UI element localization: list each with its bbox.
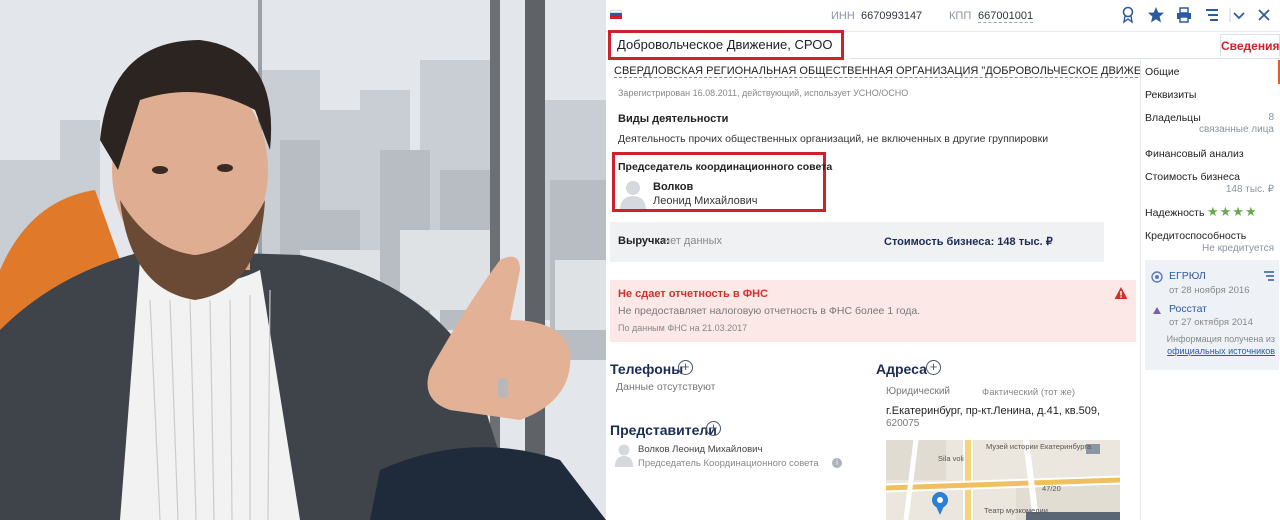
add-phone-button[interactable]: + xyxy=(678,360,693,375)
phones-empty: Данные отсутствуют xyxy=(616,381,716,393)
phones-title: Телефоны xyxy=(610,361,684,377)
warning-source: По данным ФНС на 21.03.2017 xyxy=(618,323,748,333)
tab-divider xyxy=(850,58,1280,59)
avatar-icon xyxy=(619,179,647,209)
leader-role: Председатель координационного совета xyxy=(618,161,833,173)
rosstat-icon xyxy=(1151,303,1163,321)
close-icon[interactable] xyxy=(1254,6,1274,26)
company-full-name: СВЕРДЛОВСКАЯ РЕГИОНАЛЬНАЯ ОБЩЕСТВЕННАЯ О… xyxy=(614,65,1169,78)
representatives-title: Представители xyxy=(610,422,717,438)
activities-text: Деятельность прочих общественных организ… xyxy=(618,133,1049,145)
source-egrul[interactable]: ЕГРЮЛ xyxy=(1169,270,1206,282)
warning-icon xyxy=(1114,286,1128,300)
main-content: СВЕРДЛОВСКАЯ РЕГИОНАЛЬНАЯ ОБЩЕСТВЕННАЯ О… xyxy=(606,62,1169,520)
leader-first-names: Леонид Михайлович xyxy=(653,195,758,207)
actual-address-label: Фактический (тот же) xyxy=(982,387,1076,398)
add-representative-button[interactable]: + xyxy=(706,421,721,436)
representative-name[interactable]: Волков Леонид Михайлович xyxy=(638,444,762,455)
sidebar-item-creditworthiness[interactable]: Кредитоспособность xyxy=(1145,230,1246,242)
warning-title: Не сдает отчетность в ФНС xyxy=(618,288,768,300)
representative-avatar-icon xyxy=(614,443,634,467)
map-label-museum: Музей истории Екатеринбурга xyxy=(986,442,1092,451)
kpp-label: КПП xyxy=(949,10,972,22)
registration-status: Зарегистрирован 16.08.2011, действующий,… xyxy=(618,88,909,98)
business-value-sub: 148 тыс. ₽ xyxy=(1225,184,1274,195)
inn-label: ИНН xyxy=(831,10,855,22)
source-rosstat-date: от 27 октября 2014 xyxy=(1169,317,1253,328)
star-icon[interactable] xyxy=(1146,6,1166,26)
map-label-sila: Sila voli xyxy=(938,454,964,463)
official-sources-link[interactable]: официальных источников xyxy=(1167,346,1275,356)
inn-value: 6670993147 xyxy=(861,10,923,22)
egrul-icon xyxy=(1151,270,1163,288)
sidebar-item-requisites[interactable]: Реквизиты xyxy=(1145,89,1196,101)
source-rosstat[interactable]: Росстат xyxy=(1169,303,1207,315)
add-address-button[interactable]: + xyxy=(926,360,941,375)
legal-address-label[interactable]: Юридический xyxy=(886,386,950,397)
address-zip: 620075 xyxy=(886,418,920,429)
side-navigation: Общие Реквизиты Владельцы 8 связанные ли… xyxy=(1140,60,1280,520)
sidebar-item-reliability[interactable]: Надежность xyxy=(1145,207,1204,219)
info-icon[interactable]: i xyxy=(832,458,842,468)
leader-block: Председатель координационного совета Вол… xyxy=(612,152,832,212)
dropdown-icon[interactable] xyxy=(1228,6,1248,26)
revenue-value: нет данных xyxy=(664,235,723,247)
print-icon[interactable] xyxy=(1174,6,1194,26)
representative-role: Председатель Координационного совета xyxy=(638,458,819,469)
sidebar-item-owners[interactable]: Владельцы xyxy=(1145,112,1201,124)
owners-sub: связанные лица xyxy=(1198,124,1274,135)
revenue-label: Выручка: xyxy=(618,235,670,247)
activities-title: Виды деятельности xyxy=(618,113,729,125)
creditworthiness-sub: Не кредитуется xyxy=(1202,243,1274,254)
warning-text: Не предоставляет налоговую отчетность в … xyxy=(618,305,921,317)
leader-last-name[interactable]: Волков xyxy=(653,181,693,193)
rating-icon[interactable] xyxy=(1118,6,1138,26)
tab-info[interactable]: Сведения xyxy=(1220,34,1280,58)
russia-flag-icon xyxy=(610,10,622,19)
list-icon[interactable] xyxy=(1202,6,1222,26)
photo-of-person xyxy=(0,0,606,520)
sidebar-item-financial-analysis[interactable]: Финансовый анализ xyxy=(1145,148,1244,160)
reliability-stars-icon: ★★★★ xyxy=(1207,204,1258,219)
map-label-number: 47/20 xyxy=(1042,484,1061,493)
company-short-name: Добровольческое Движение, СРОО xyxy=(608,30,844,60)
sidebar-item-general[interactable]: Общие xyxy=(1145,66,1180,78)
tax-warning: Не сдает отчетность в ФНС Не предоставля… xyxy=(610,280,1136,342)
sources-note: Информация получена из xyxy=(1166,334,1275,344)
addresses-title: Адреса xyxy=(876,361,927,377)
owners-count: 8 xyxy=(1268,112,1274,123)
business-value[interactable]: Стоимость бизнеса: 148 тыс. ₽ xyxy=(884,235,1053,248)
sources-list-icon[interactable] xyxy=(1263,269,1275,287)
company-card: ИНН 6670993147 КПП 667001001 Добровольче… xyxy=(606,0,1280,520)
address-map[interactable]: Музей истории Екатеринбурга Театр музком… xyxy=(886,440,1120,520)
toolbar: ИНН 6670993147 КПП 667001001 xyxy=(606,0,1280,32)
sidebar-item-business-value[interactable]: Стоимость бизнеса xyxy=(1145,171,1240,183)
map-label-theatre: Театр музкомедии xyxy=(984,506,1048,515)
finance-bar: Выручка: нет данных Стоимость бизнеса: 1… xyxy=(610,222,1104,262)
kpp-value[interactable]: 667001001 xyxy=(978,10,1034,23)
source-egrul-date: от 28 ноября 2016 xyxy=(1169,285,1250,296)
address-text: г.Екатеринбург, пр-кт.Ленина, д.41, кв.5… xyxy=(886,405,1101,417)
sources-panel: ЕГРЮЛ от 28 ноября 2016 Росстат от 27 ок… xyxy=(1145,260,1279,370)
